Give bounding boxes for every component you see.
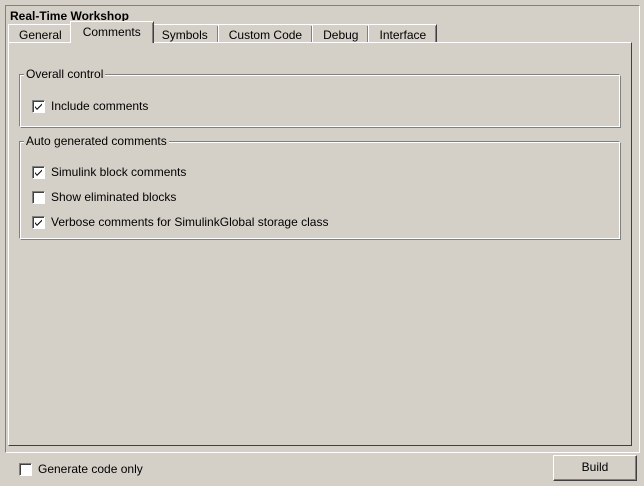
tab-general[interactable]: General	[8, 24, 73, 43]
comments-tab-content: Overall control Include comments Auto ge…	[8, 42, 632, 446]
tab-symbols[interactable]: Symbols	[150, 24, 219, 43]
checkmark-icon	[35, 219, 42, 226]
simulink-block-comments-checkbox[interactable]	[32, 165, 45, 179]
verbose-comments-option[interactable]: Verbose comments for SimulinkGlobal stor…	[32, 214, 328, 230]
verbose-comments-label: Verbose comments for SimulinkGlobal stor…	[51, 215, 329, 229]
tab-label: General	[19, 28, 62, 42]
tab-label: Interface	[379, 28, 427, 42]
tab-label: Comments	[82, 25, 141, 39]
auto-generated-comments-legend: Auto generated comments	[24, 134, 169, 148]
include-comments-checkbox[interactable]	[32, 99, 45, 113]
auto-generated-comments-group: Auto generated comments Simulink block c…	[19, 134, 621, 240]
overall-control-legend: Overall control	[24, 67, 106, 81]
verbose-comments-checkbox[interactable]	[32, 215, 45, 229]
rtw-dialog: Real-Time Workshop General Comments Symb…	[0, 0, 644, 486]
generate-code-only-checkbox[interactable]	[19, 462, 32, 476]
tab-custom-code[interactable]: Custom Code	[217, 24, 314, 43]
generate-code-only-option[interactable]: Generate code only	[19, 461, 143, 477]
include-comments-label: Include comments	[51, 99, 149, 113]
build-button[interactable]: Build	[553, 455, 637, 481]
tab-label: Custom Code	[228, 28, 303, 42]
generate-code-only-label: Generate code only	[38, 462, 143, 476]
tab-label: Symbols	[161, 28, 208, 42]
tab-interface[interactable]: Interface	[368, 24, 438, 43]
tab-debug[interactable]: Debug	[312, 24, 370, 43]
show-eliminated-blocks-label: Show eliminated blocks	[51, 190, 177, 204]
show-eliminated-blocks-option[interactable]: Show eliminated blocks	[32, 189, 176, 205]
overall-control-group: Overall control Include comments	[19, 67, 621, 128]
include-comments-option[interactable]: Include comments	[32, 98, 148, 114]
tab-strip: General Comments Symbols Custom Code Deb…	[8, 19, 438, 43]
tab-label: Debug	[323, 28, 359, 42]
simulink-block-comments-label: Simulink block comments	[51, 165, 187, 179]
show-eliminated-blocks-checkbox[interactable]	[32, 190, 45, 204]
tab-comments[interactable]: Comments	[69, 21, 154, 43]
simulink-block-comments-option[interactable]: Simulink block comments	[32, 164, 186, 180]
checkmark-icon	[35, 103, 42, 110]
checkmark-icon	[35, 169, 42, 176]
